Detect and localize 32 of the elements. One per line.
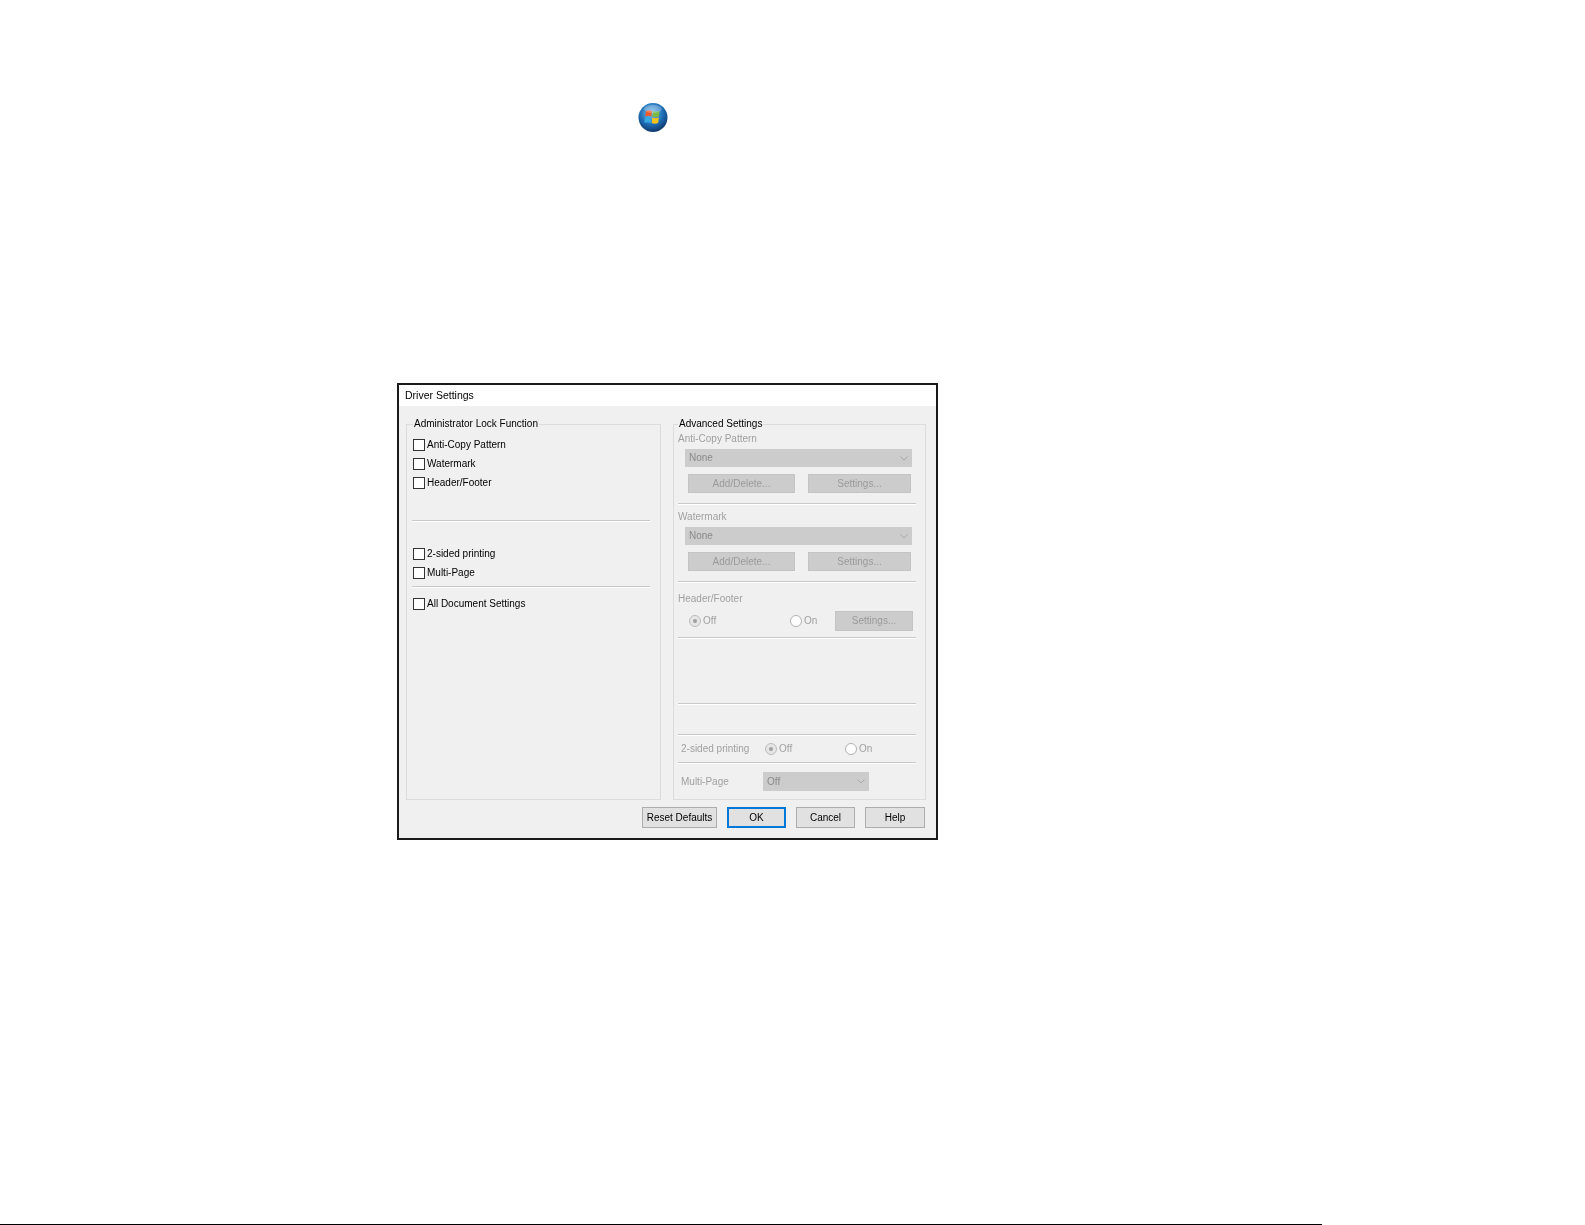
checkbox-label: Anti-Copy Pattern xyxy=(427,438,506,451)
field-label: Anti-Copy Pattern xyxy=(678,433,757,445)
radio-label: On xyxy=(804,614,818,627)
radio-label: Off xyxy=(703,614,717,627)
checkbox-label: 2-sided printing xyxy=(427,547,496,560)
field-label: Watermark xyxy=(678,511,727,523)
field-label: Header/Footer xyxy=(678,593,743,605)
checkbox[interactable] xyxy=(413,438,425,451)
checkbox[interactable] xyxy=(413,597,425,610)
checkbox[interactable] xyxy=(413,547,425,560)
reset-defaults-button[interactable]: Reset Defaults xyxy=(642,807,717,828)
checkbox[interactable] xyxy=(413,457,425,470)
checkbox[interactable] xyxy=(413,566,425,579)
field-label: Multi-Page xyxy=(681,775,730,788)
group-title: Advanced Settings xyxy=(678,418,764,430)
chevron-down-icon xyxy=(900,455,908,461)
help-button[interactable]: Help xyxy=(865,807,925,828)
flag-orb-icon xyxy=(638,102,668,133)
checkbox-label: All Document Settings xyxy=(427,597,526,610)
dialog-title: Driver Settings xyxy=(405,389,474,402)
ok-button[interactable]: OK xyxy=(727,807,786,828)
chevron-down-icon xyxy=(857,779,865,784)
chevron-down-icon xyxy=(900,533,908,539)
checkbox-label: Multi-Page xyxy=(427,566,475,579)
checkbox-label: Watermark xyxy=(427,457,476,470)
field-label: 2-sided printing xyxy=(681,743,751,755)
radio-label: On xyxy=(859,743,873,755)
checkbox-label: Header/Footer xyxy=(427,476,492,489)
checkbox[interactable] xyxy=(413,476,425,489)
group-title: Administrator Lock Function xyxy=(413,418,539,430)
radio-label: Off xyxy=(779,743,793,755)
cancel-button[interactable]: Cancel xyxy=(796,807,855,828)
